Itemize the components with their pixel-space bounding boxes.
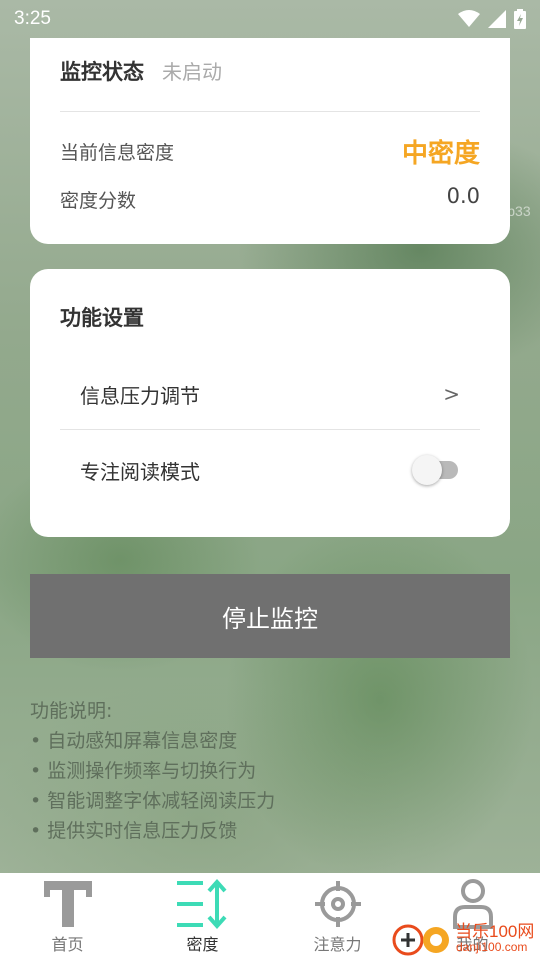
feature-description: 功能说明: • 自动感知屏幕信息密度 • 监测操作频率与切换行为 • 智能调整字… [30,696,275,846]
status-icons [458,9,526,29]
nav-density-label: 密度 [186,935,219,954]
description-item: • 提供实时信息压力反馈 [30,820,238,842]
description-title: 功能说明: [30,700,113,722]
divider [60,111,480,112]
density-value: 中密度 [401,139,480,169]
density-label: 当前信息密度 [60,142,175,164]
stop-monitor-button[interactable]: 停止监控 [30,574,510,658]
monitor-status-label: 监控状态 [60,60,144,84]
nav-density[interactable]: 密度 [135,873,270,960]
watermark-id: ID:834b33 [466,203,531,219]
divider [60,429,480,430]
logo-sub: danji100.com [456,940,528,954]
monitor-card: 监控状态 未启动 当前信息密度 中密度 密度分数 0.0 [30,38,510,244]
target-icon [314,879,361,929]
text-t-icon [43,879,93,929]
status-time: 3:25 [14,8,51,29]
nav-home[interactable]: 首页 [0,873,135,960]
monitor-status-row: 监控状态 未启动 [60,56,222,86]
focus-mode-row: 专注阅读模式 [60,435,480,505]
wifi-icon [458,10,480,27]
settings-card: 功能设置 信息压力调节 > 专注阅读模式 [30,269,510,537]
pressure-adjust-label: 信息压力调节 [80,383,200,408]
chevron-right-icon: > [443,382,460,406]
settings-title: 功能设置 [60,306,144,330]
battery-icon [514,9,526,29]
toggle-thumb [412,455,442,485]
logo-text: 当乐100网 [455,922,535,941]
focus-mode-label: 专注阅读模式 [80,459,200,484]
nav-home-label: 首页 [51,935,84,954]
density-icon [176,879,229,929]
nav-attention[interactable]: 注意力 [270,873,405,960]
focus-mode-toggle[interactable] [412,455,460,485]
status-bar: 3:25 [0,0,540,38]
score-label: 密度分数 [60,190,137,212]
description-item: • 监测操作频率与切换行为 [30,760,257,782]
monitor-status-value: 未启动 [162,60,222,84]
nav-attention-label: 注意力 [313,935,362,954]
signal-icon [488,10,506,28]
description-item: • 智能调整字体减轻阅读压力 [30,790,276,812]
description-item: • 自动感知屏幕信息密度 [30,730,238,752]
pressure-adjust-row[interactable]: 信息压力调节 > [60,359,480,429]
